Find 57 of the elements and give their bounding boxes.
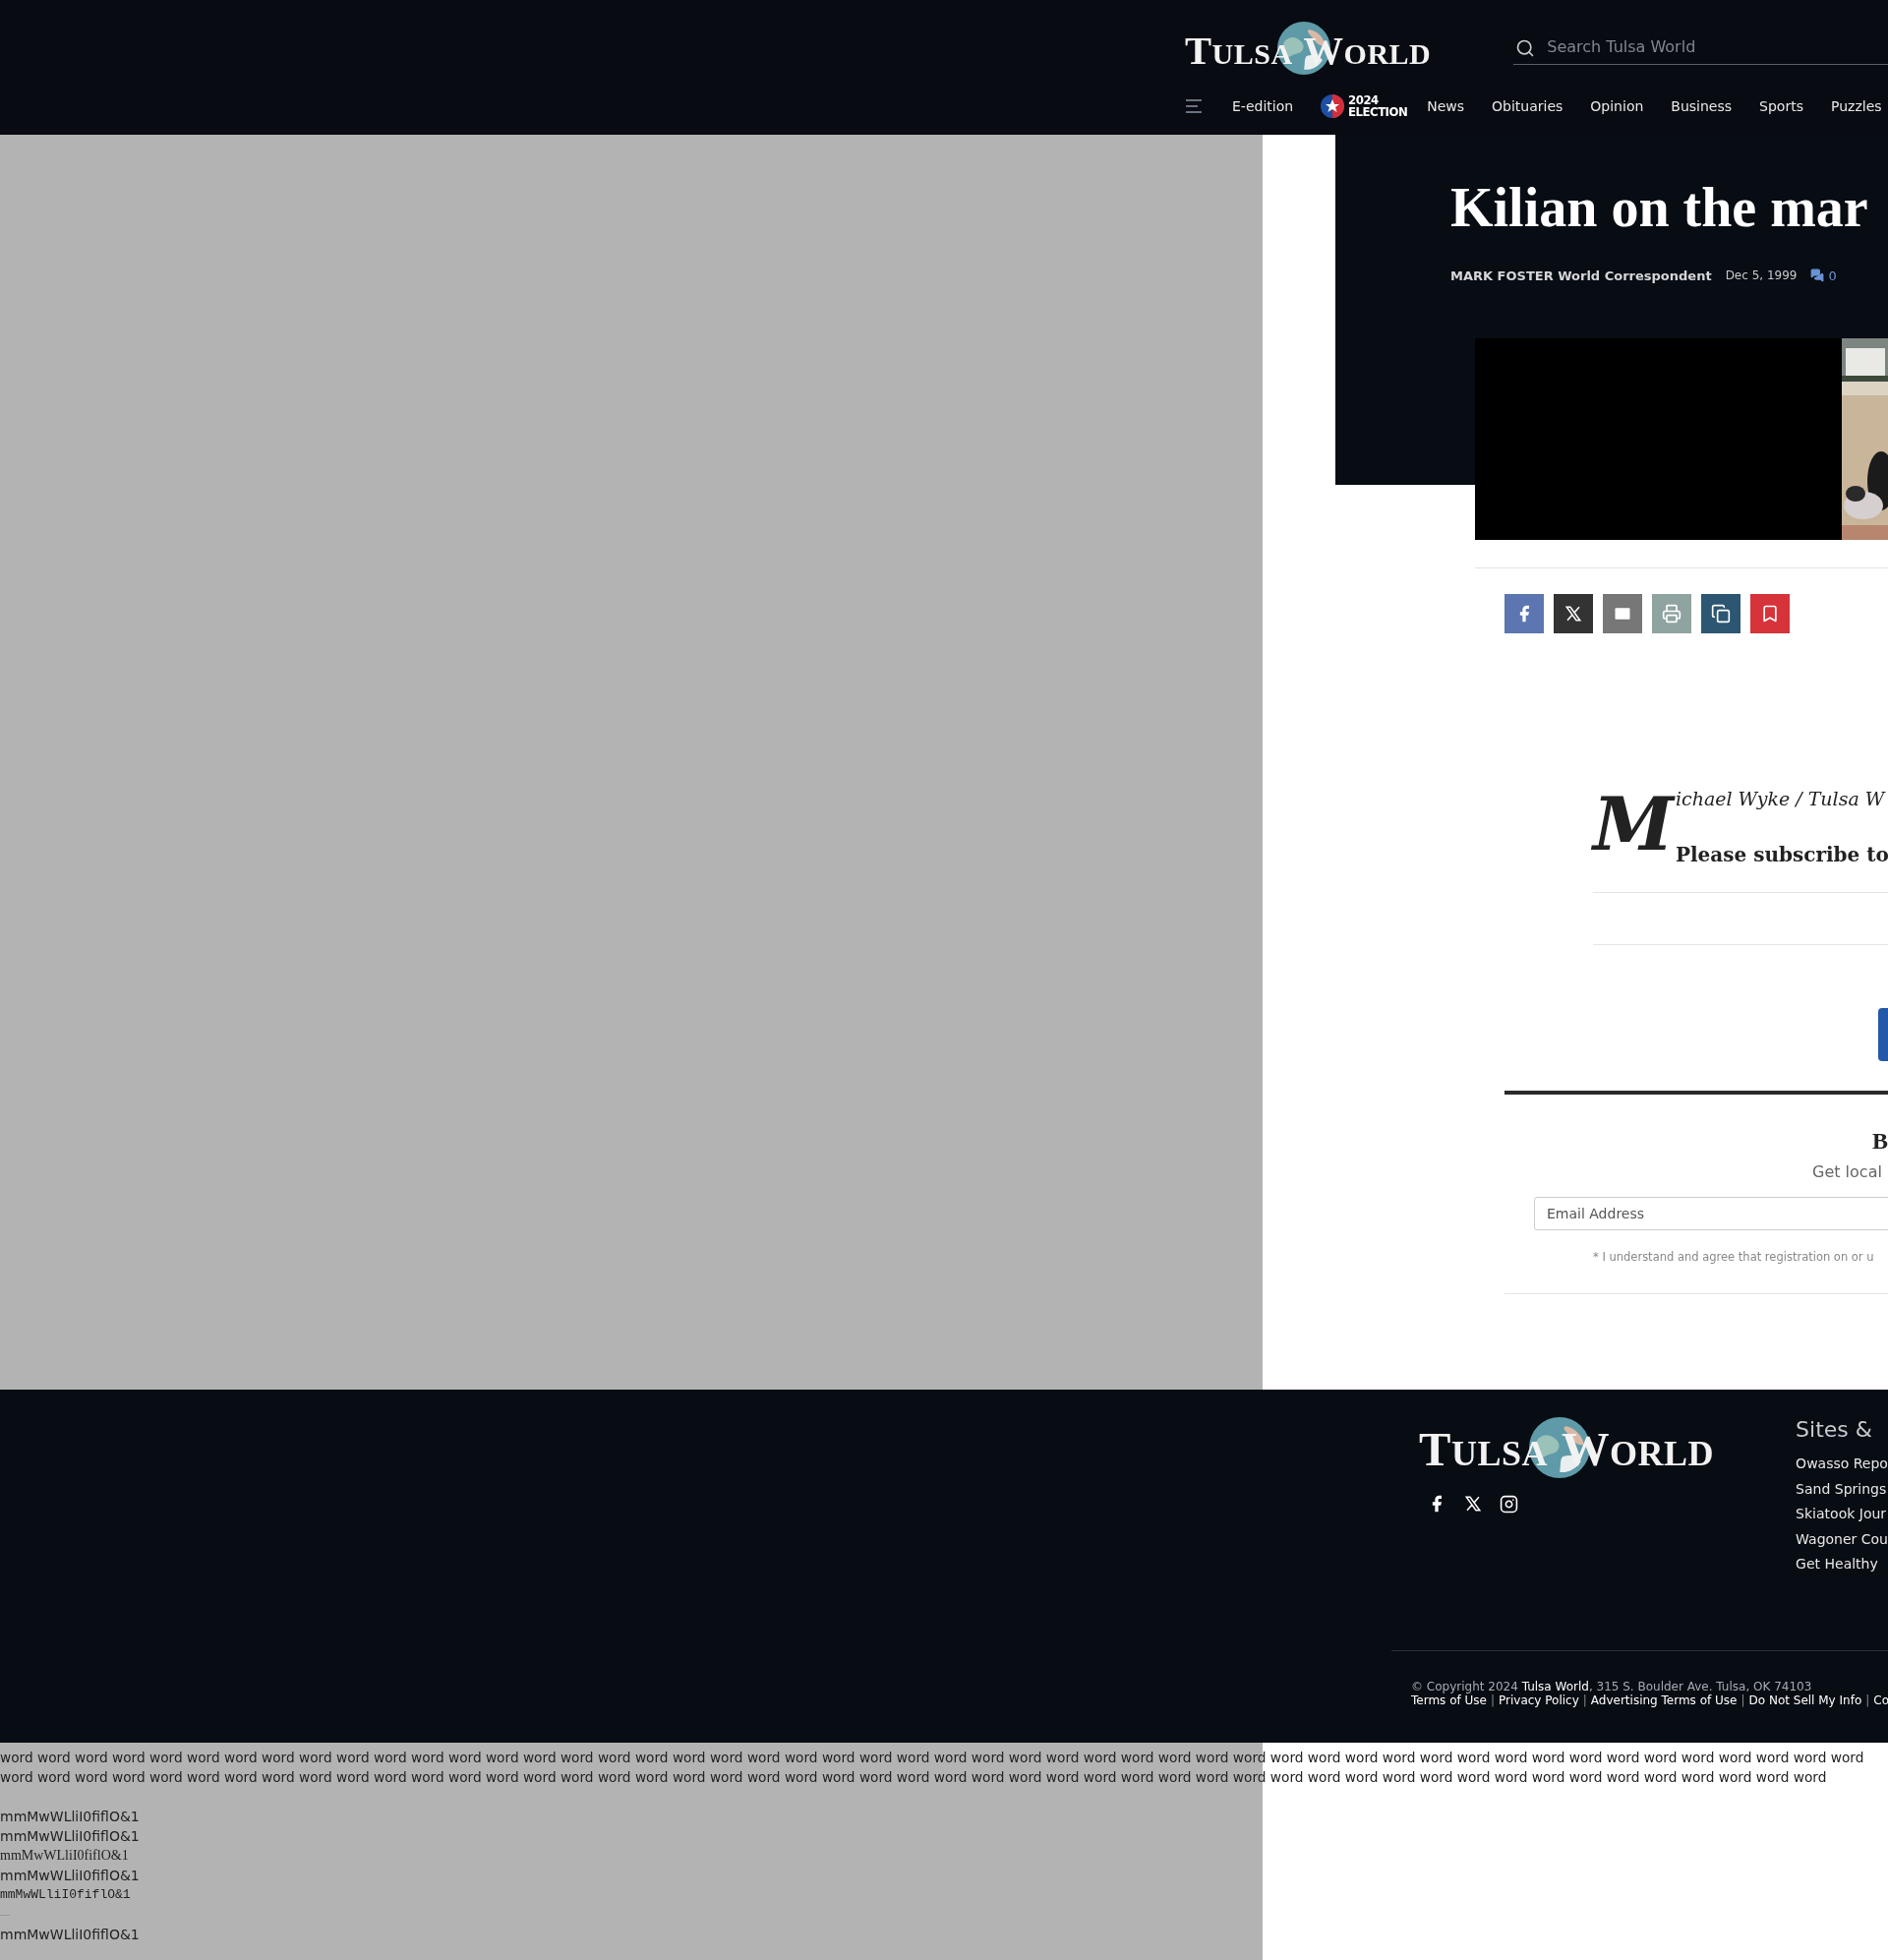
newsletter-subheading: Get local bbox=[1812, 1162, 1882, 1181]
sites-heading: Sites & bbox=[1796, 1417, 1873, 1442]
publish-date: Dec 5, 1999 bbox=[1725, 268, 1798, 283]
social-link[interactable] bbox=[1500, 1494, 1518, 1514]
link-separator: | bbox=[1582, 1693, 1587, 1707]
font-sample: mmMwWLliI0fiflO&1 bbox=[0, 1808, 140, 1826]
nav-link[interactable]: E-edition bbox=[1232, 98, 1294, 114]
star-badge-icon bbox=[1321, 94, 1345, 118]
nav-link[interactable]: Opinion bbox=[1590, 98, 1644, 114]
nav-link[interactable]: Puzzles bbox=[1830, 98, 1882, 114]
footer-link[interactable]: Advertising Terms of Use bbox=[1590, 1693, 1738, 1707]
instagram-icon bbox=[1500, 1494, 1518, 1514]
copyright-text: © Copyright 2024 Tulsa World, 315 S. Boulder Ave. Tulsa, OK 74103 bbox=[1411, 1680, 1813, 1693]
drop-cap: M bbox=[1593, 788, 1674, 866]
copy-icon bbox=[1711, 604, 1731, 624]
photo-credit: ichael Wyke / Tulsa W bbox=[1675, 788, 1887, 809]
sample-text-line: word word word word word word word word word word word word word word word word word word word word word word word word word word word word word word word word word word word word word word word word word word word word word word word word word bbox=[0, 1768, 1828, 1787]
nav-link[interactable]: Sports bbox=[1759, 98, 1803, 114]
comments-link[interactable]: 0 bbox=[1810, 267, 1837, 283]
footer-link[interactable]: Privacy Policy bbox=[1499, 1693, 1579, 1707]
footer-link[interactable]: Do Not Sell My Info bbox=[1748, 1693, 1862, 1707]
search-field[interactable]: Search Tulsa World bbox=[1513, 31, 1888, 65]
site-link[interactable]: Get Healthy bbox=[1796, 1552, 1888, 1577]
share-button[interactable] bbox=[1554, 594, 1593, 633]
font-sample: mmMwWLliI0fiflO&1 bbox=[0, 1827, 140, 1846]
menu-button[interactable] bbox=[1185, 99, 1203, 113]
share-button[interactable] bbox=[1701, 594, 1740, 633]
newsletter-heading: B bbox=[1872, 1128, 1888, 1155]
font-sample: mmMwWLliI0fiflO&1 bbox=[0, 1886, 131, 1904]
footer-link[interactable]: Co bbox=[1873, 1693, 1888, 1707]
link-separator: | bbox=[1740, 1693, 1745, 1707]
article-title: Kilian on the mar bbox=[1450, 178, 1869, 239]
x-logo-icon bbox=[1564, 605, 1582, 623]
site-link[interactable]: Sand Springs bbox=[1796, 1476, 1888, 1502]
font-sample: mmMwWLliI0fiflO&1 bbox=[0, 1847, 129, 1865]
nav-link[interactable]: News bbox=[1427, 98, 1465, 114]
print-icon bbox=[1662, 604, 1682, 624]
email-field[interactable]: Email Address bbox=[1534, 1197, 1888, 1230]
election-link[interactable]: 2024 ELECTION bbox=[1321, 94, 1408, 118]
sample-text-line: word word word word word word word word word word word word word word word word word word word word word word word word word word word word word word word word word word word word word word word word word word word word word word word word word word bbox=[0, 1749, 1865, 1767]
disclaimer-text: * I understand and agree that registration on or u bbox=[1593, 1250, 1874, 1264]
link-separator: | bbox=[1490, 1693, 1495, 1707]
nav-link[interactable]: Business bbox=[1671, 98, 1733, 114]
search-icon bbox=[1515, 38, 1536, 58]
footer-link[interactable]: Terms of Use bbox=[1411, 1693, 1487, 1707]
bookmark-icon bbox=[1760, 604, 1780, 624]
subscribe-message: Please subscribe to bbox=[1675, 843, 1888, 866]
font-sample: mmMwWLliI0fiflO&1 bbox=[0, 1867, 140, 1885]
x-logo-icon bbox=[1464, 1495, 1482, 1513]
social-link[interactable] bbox=[1464, 1495, 1482, 1513]
font-sample: mmMwWLliI0fiflO&1 bbox=[0, 1926, 140, 1944]
site-link[interactable]: Owasso Repo bbox=[1796, 1452, 1888, 1477]
author-byline: MARK FOSTER World Correspondent bbox=[1450, 267, 1712, 283]
site-link[interactable]: Skiatook Jour bbox=[1796, 1502, 1888, 1527]
link-separator: | bbox=[1865, 1693, 1870, 1707]
nav-link[interactable]: Obituaries bbox=[1492, 98, 1564, 114]
site-link[interactable]: Wagoner Cou bbox=[1796, 1526, 1888, 1552]
